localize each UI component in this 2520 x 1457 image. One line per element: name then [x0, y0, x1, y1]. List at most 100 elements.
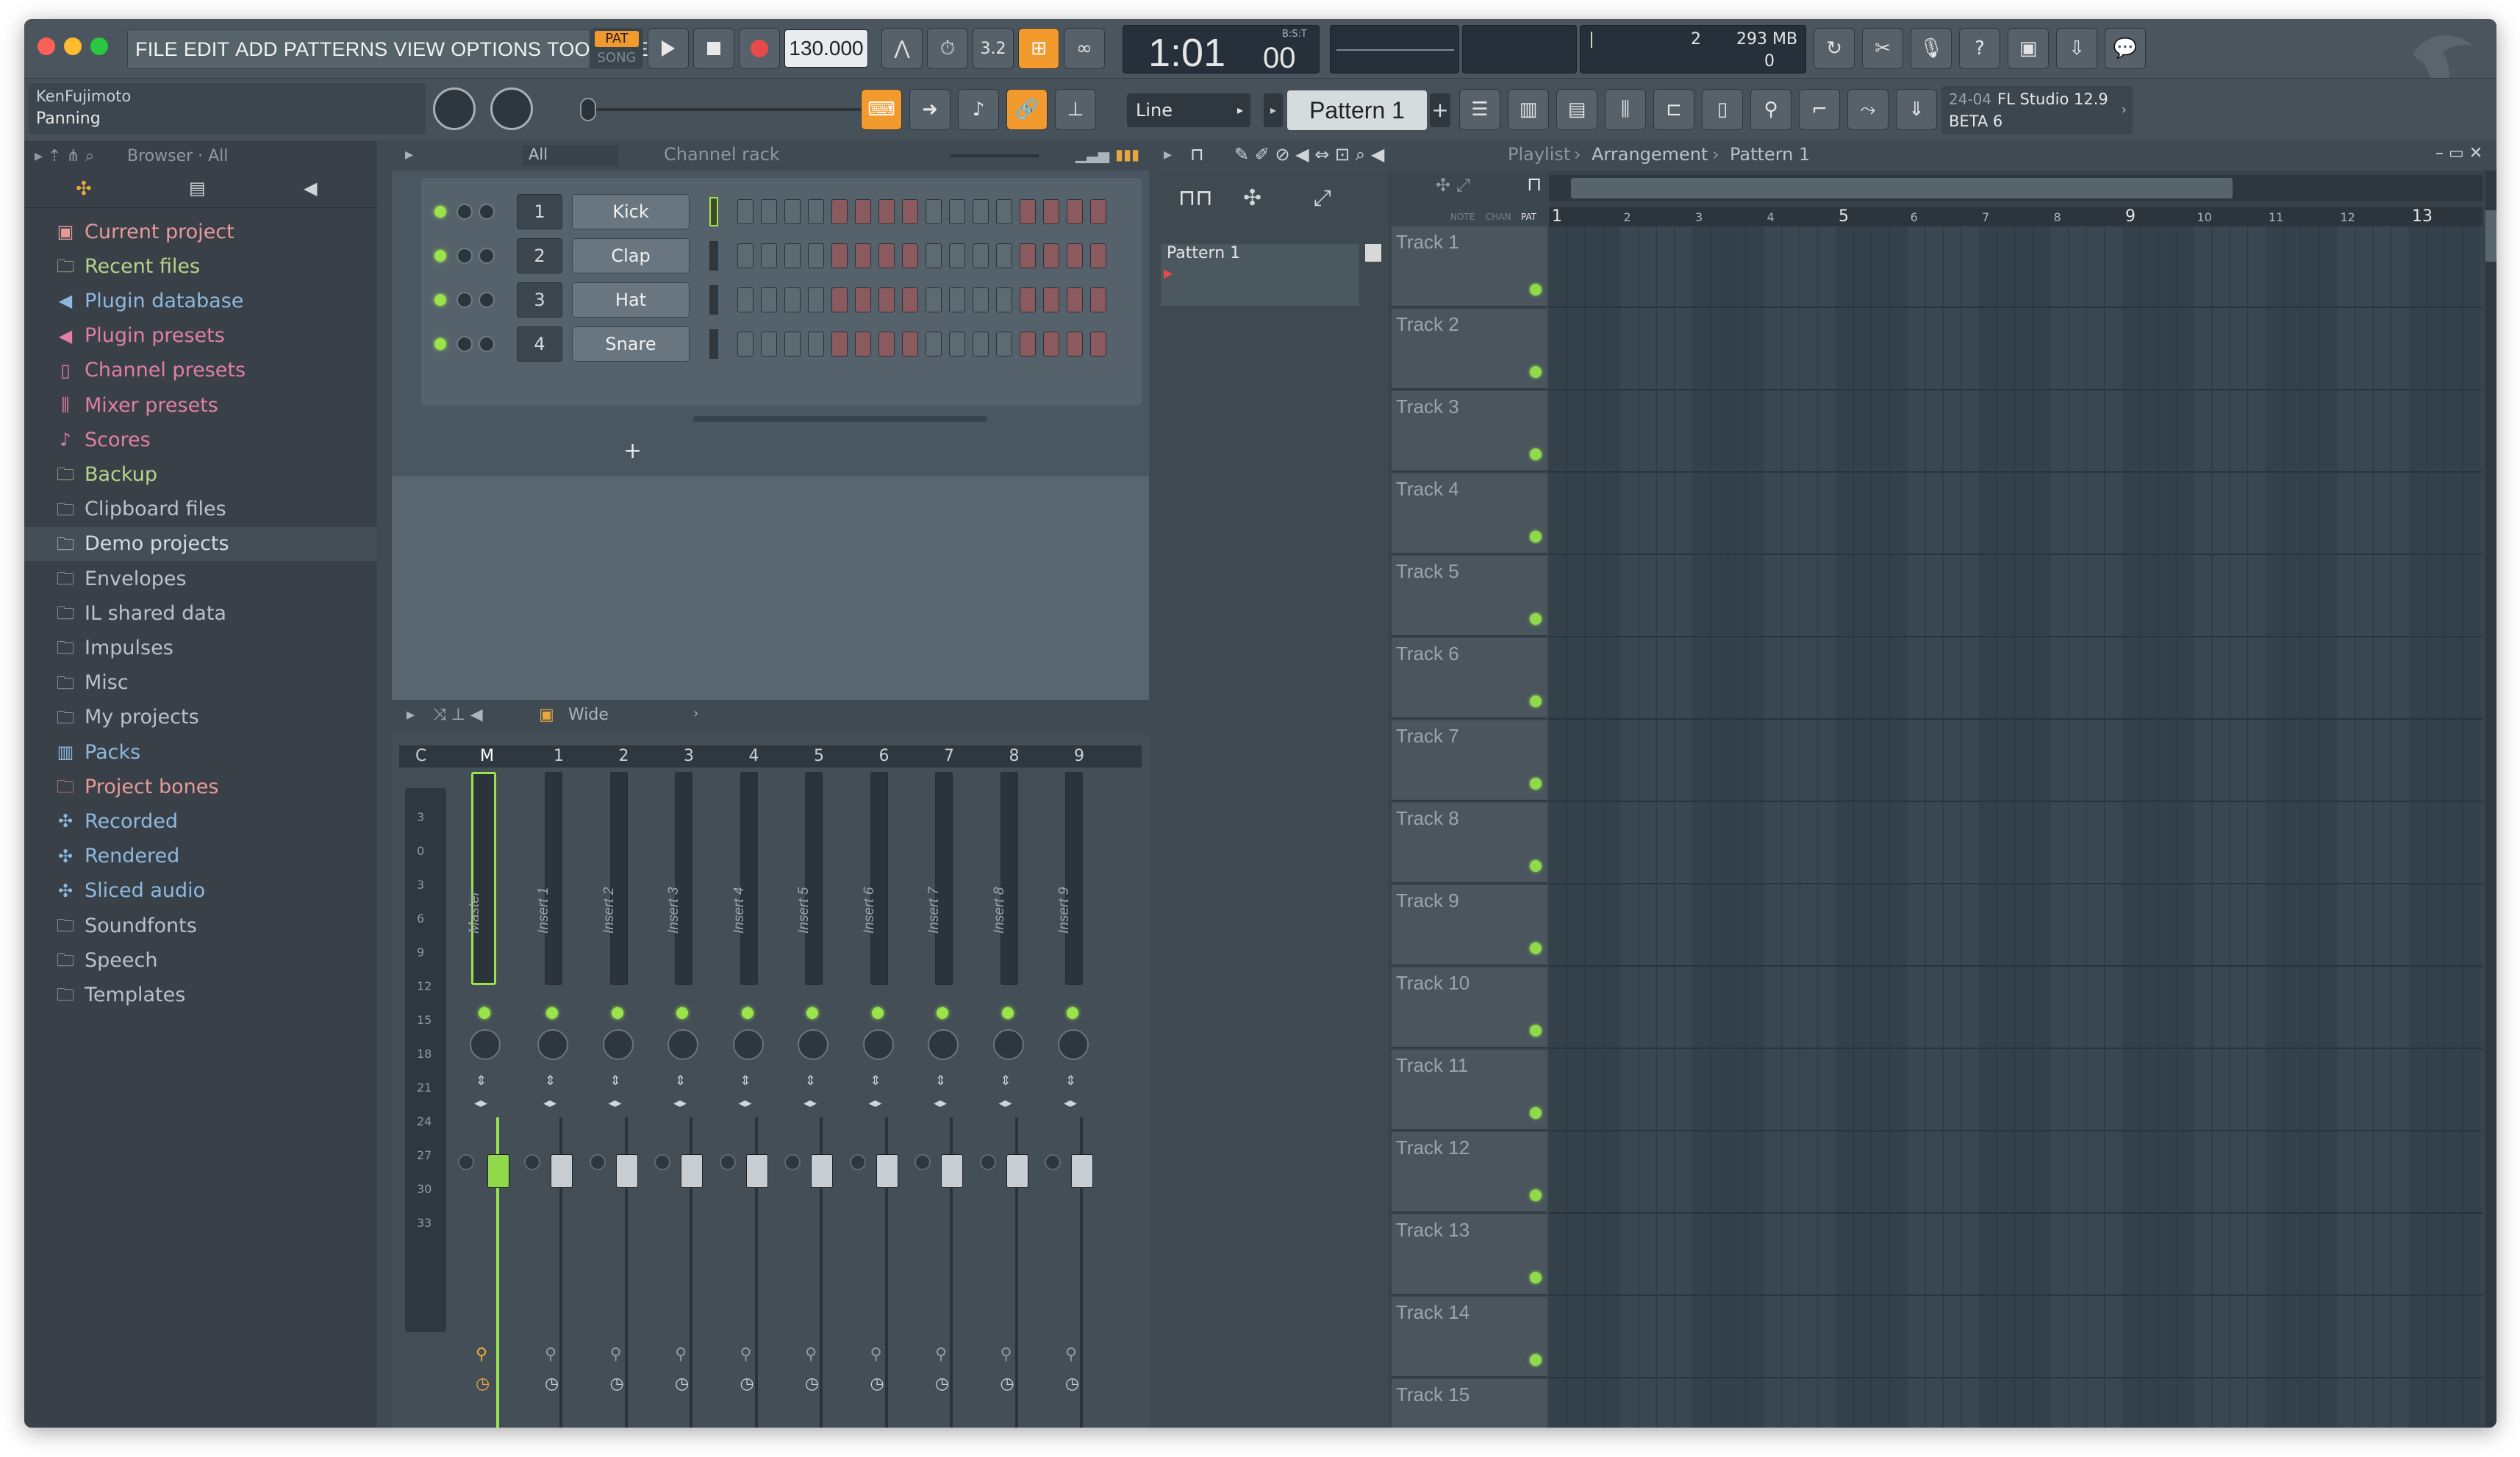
- arrow-tool-button[interactable]: ➜: [909, 89, 951, 130]
- undo-icon[interactable]: ↻: [1814, 28, 1855, 69]
- channel-name-button[interactable]: Snare: [572, 326, 690, 362]
- swap-channels-icon[interactable]: ◂▸: [609, 1095, 622, 1111]
- browser-all-icon[interactable]: ✣: [76, 178, 92, 200]
- browser-item[interactable]: ▥ Packs: [54, 735, 377, 769]
- step-button[interactable]: [1067, 199, 1083, 224]
- strip-small-knob[interactable]: [914, 1154, 931, 1170]
- browser-item[interactable]: 🗀 Recent files: [54, 249, 377, 283]
- step-button[interactable]: [737, 243, 754, 268]
- track-header[interactable]: Track 4: [1392, 473, 1547, 554]
- piano-roll-view-icon[interactable]: ▥: [1508, 89, 1549, 130]
- stop-button[interactable]: [693, 28, 734, 69]
- track-header[interactable]: Track 8: [1392, 803, 1547, 884]
- channel-pan-knob[interactable]: [457, 292, 473, 308]
- browser-item[interactable]: 🗀 Backup: [54, 457, 377, 491]
- mixer-insert-strip[interactable]: Insert 7 ⇕ ◂▸ ⚲ ◷: [913, 772, 970, 1428]
- fader-handle[interactable]: [615, 1154, 638, 1188]
- track-header[interactable]: Track 9: [1392, 885, 1547, 966]
- step-button[interactable]: [784, 332, 801, 357]
- record-arm-icon[interactable]: ⚲: [1001, 1345, 1012, 1364]
- browser-item[interactable]: ▯ Channel presets: [54, 354, 377, 387]
- step-button[interactable]: [784, 199, 801, 224]
- vscroll-thumb[interactable]: [2485, 210, 2496, 262]
- track-mute-led[interactable]: [1530, 1354, 1542, 1366]
- microphone-icon[interactable]: 🎙: [1911, 28, 1952, 69]
- piano-icon[interactable]: ⊓⊓: [1178, 185, 1213, 211]
- browser-item[interactable]: 🗀 Demo projects: [24, 526, 377, 561]
- browser-view-icon[interactable]: ⊏: [1653, 89, 1694, 130]
- step-button[interactable]: [996, 332, 1012, 357]
- channel-name-button[interactable]: Kick: [572, 194, 690, 229]
- browser-item[interactable]: ◀ Plugin database: [54, 284, 377, 318]
- routing-icon[interactable]: ◷: [935, 1375, 949, 1393]
- menu-patterns[interactable]: PATTERNS: [284, 38, 388, 61]
- step-button[interactable]: [996, 287, 1012, 312]
- strip-small-knob[interactable]: [654, 1154, 670, 1170]
- record-arm-icon[interactable]: ⚲: [545, 1345, 556, 1364]
- track-header[interactable]: Track 5: [1392, 556, 1547, 637]
- swap-channels-icon[interactable]: ◂▸: [869, 1095, 882, 1111]
- stamp-tool-button[interactable]: ⊥: [1055, 89, 1096, 130]
- minimize-window-button[interactable]: [64, 37, 82, 55]
- track-mute-led[interactable]: [1530, 448, 1542, 460]
- news-panel[interactable]: 24-04 FL Studio 12.9 BETA 6 ›: [1941, 86, 2133, 135]
- mixer-insert-strip[interactable]: Insert 8 ⇕ ◂▸ ⚲ ◷: [978, 772, 1036, 1428]
- step-button[interactable]: [1020, 243, 1036, 268]
- master-pitch-knob[interactable]: [490, 87, 533, 130]
- tab-chan[interactable]: CHAN: [1486, 212, 1511, 222]
- channel-select-indicator[interactable]: [709, 241, 718, 271]
- channel-volume-knob[interactable]: [479, 292, 495, 308]
- step-button[interactable]: [784, 243, 801, 268]
- loop-record-button[interactable]: ∞: [1064, 28, 1105, 69]
- channel-mixer-track[interactable]: 4: [517, 326, 562, 362]
- typing-keyboard-button[interactable]: ⌨: [861, 89, 902, 130]
- stereo-separation-icon[interactable]: ⇕: [1001, 1073, 1012, 1089]
- pattern-tab-icon[interactable]: ⊓: [1527, 173, 1542, 196]
- step-button[interactable]: [855, 243, 871, 268]
- fader-handle[interactable]: [487, 1154, 509, 1188]
- browser-item[interactable]: ✣ Recorded: [54, 804, 377, 838]
- tempo-display[interactable]: 130.000: [784, 29, 868, 68]
- pattern-prev-button[interactable]: ▸: [1264, 93, 1283, 127]
- routing-icon[interactable]: ◷: [610, 1375, 624, 1393]
- record-arm-icon[interactable]: ⚲: [740, 1345, 752, 1364]
- channel-select-indicator[interactable]: [709, 197, 718, 226]
- stereo-separation-icon[interactable]: ⇕: [740, 1073, 751, 1089]
- routing-icon[interactable]: ◷: [870, 1375, 884, 1393]
- channel-select-indicator[interactable]: [709, 285, 718, 315]
- track-header[interactable]: Track 12: [1392, 1132, 1547, 1213]
- step-button[interactable]: [949, 332, 965, 357]
- breadcrumb-arrangement[interactable]: Arrangement: [1592, 144, 1708, 165]
- browser-speaker-icon[interactable]: ◀: [304, 178, 317, 198]
- close-window-button[interactable]: [37, 37, 55, 55]
- stereo-separation-icon[interactable]: ⇕: [675, 1073, 686, 1089]
- step-button[interactable]: [855, 332, 871, 357]
- record-arm-icon[interactable]: ⚲: [476, 1345, 487, 1364]
- strip-enable-led[interactable]: [741, 1007, 754, 1019]
- stereo-separation-icon[interactable]: ⇕: [805, 1073, 816, 1089]
- step-button[interactable]: [1090, 332, 1106, 357]
- track-header[interactable]: Track 6: [1392, 638, 1547, 719]
- browser-item[interactable]: ✣ Rendered: [54, 840, 377, 873]
- playlist-view-icon[interactable]: ☰: [1459, 89, 1500, 130]
- chat-icon[interactable]: 💬: [2105, 28, 2146, 69]
- strip-pan-knob[interactable]: [537, 1029, 568, 1060]
- step-button[interactable]: [1067, 332, 1083, 357]
- channel-mute-led[interactable]: [434, 206, 446, 218]
- add-channel-button[interactable]: +: [623, 438, 642, 464]
- browser-item[interactable]: 🗀 Clipboard files: [54, 493, 377, 526]
- strip-pan-knob[interactable]: [992, 1029, 1024, 1060]
- routing-icon[interactable]: ◷: [1065, 1375, 1079, 1393]
- master-pitch-slider[interactable]: [583, 108, 870, 111]
- step-button[interactable]: [926, 287, 942, 312]
- step-button[interactable]: [1067, 243, 1083, 268]
- step-button[interactable]: [808, 199, 824, 224]
- strip-enable-led[interactable]: [1001, 1007, 1014, 1019]
- menu-options[interactable]: OPTIONS: [451, 38, 541, 61]
- track-header[interactable]: Track 1: [1392, 226, 1547, 307]
- automation-clip-icon[interactable]: ⤢: [1314, 185, 1331, 211]
- scrollbar-thumb[interactable]: [1571, 178, 2233, 198]
- strip-pan-knob[interactable]: [928, 1029, 959, 1060]
- save-icon[interactable]: ▣: [2008, 28, 2049, 69]
- strip-small-knob[interactable]: [524, 1154, 540, 1170]
